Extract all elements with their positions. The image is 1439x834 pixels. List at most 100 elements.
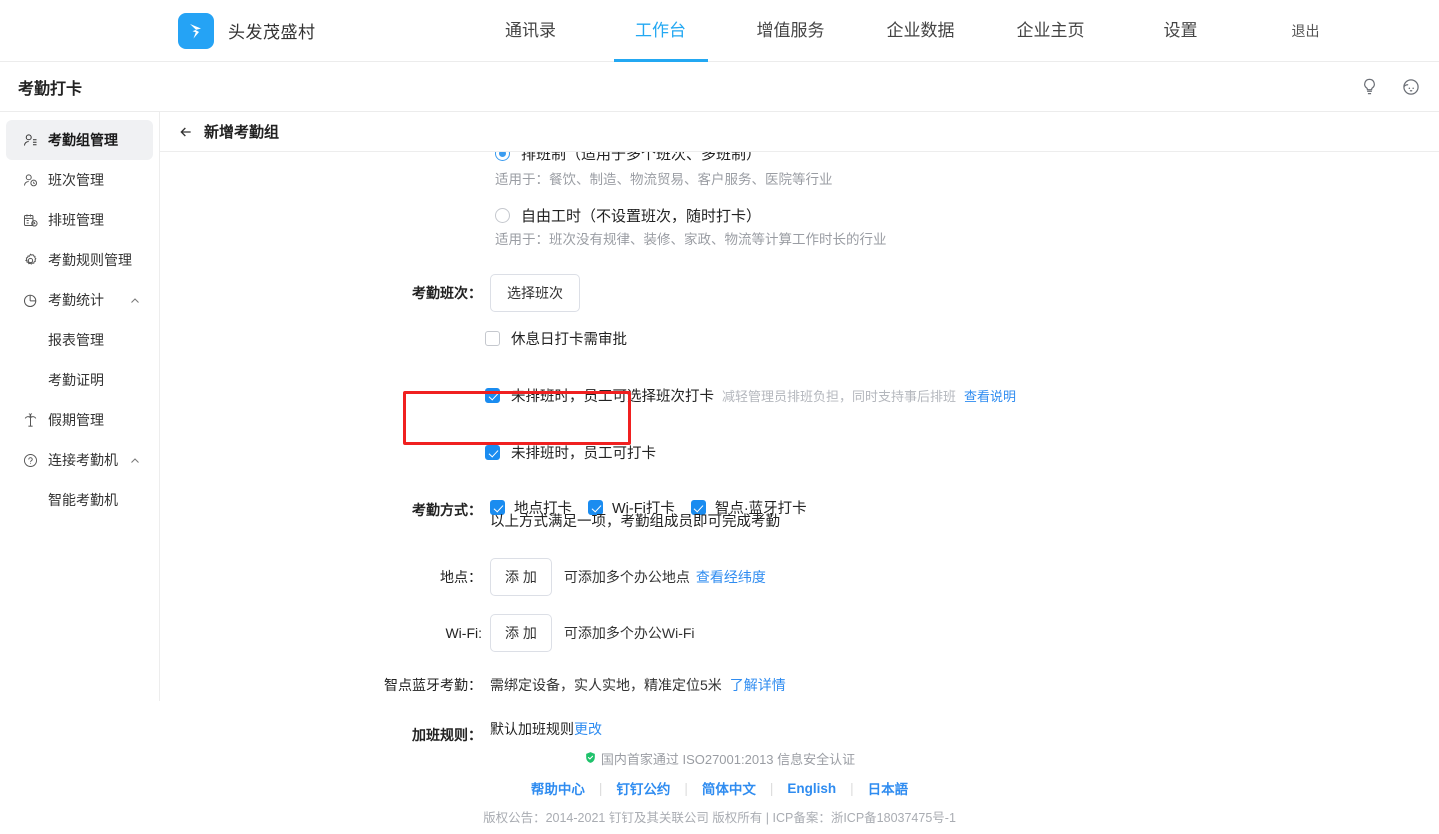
attendance-shift-row: 考勤班次： 选择班次 bbox=[160, 274, 1439, 312]
unscheduled-select-shift-label: 未排班时，员工可选择班次打卡 bbox=[511, 385, 714, 406]
top-navigation-bar: 头发茂盛村 通讯录 工作台 增值服务 企业数据 企业主页 设置 退出 bbox=[0, 0, 1439, 62]
unscheduled-select-shift-checkbox[interactable] bbox=[485, 388, 500, 403]
tab-enterprise-homepage[interactable]: 企业主页 bbox=[986, 0, 1116, 62]
add-wifi-button[interactable]: 添 加 bbox=[490, 614, 552, 652]
gear-icon bbox=[20, 250, 40, 270]
chevron-up-icon[interactable] bbox=[129, 294, 141, 306]
tab-workbench[interactable]: 工作台 bbox=[596, 0, 726, 62]
radio-shift-system[interactable] bbox=[495, 152, 510, 161]
sidebar-item-label: 班次管理 bbox=[48, 170, 104, 190]
brand: 头发茂盛村 bbox=[178, 13, 316, 49]
shield-check-icon bbox=[584, 751, 597, 767]
rest-day-approval-row[interactable]: 休息日打卡需审批 bbox=[485, 328, 1439, 349]
attendance-group-icon bbox=[20, 130, 40, 150]
view-instructions-link[interactable]: 查看说明 bbox=[964, 386, 1016, 405]
radio-flexible-hours[interactable] bbox=[495, 208, 510, 223]
logout-button[interactable]: 退出 bbox=[1246, 0, 1366, 62]
sidebar-item-attendance-group[interactable]: 考勤组管理 bbox=[6, 120, 153, 160]
location-label: 地点： bbox=[160, 567, 482, 587]
attendance-shift-label: 考勤班次： bbox=[160, 283, 482, 303]
schedule-icon bbox=[20, 210, 40, 230]
sidebar: 考勤组管理 班次管理 排班管 bbox=[0, 112, 160, 701]
option-hint: 适用于：餐饮、制造、物流贸易、客户服务、医院等行业 bbox=[495, 168, 1439, 188]
back-arrow-icon[interactable] bbox=[178, 124, 194, 140]
footer-link-english[interactable]: English bbox=[773, 781, 850, 796]
attendance-method-row: 考勤方式： 地点打卡 Wi-Fi打卡 智点·蓝牙打卡 以上方式满足一项，考勤组成… bbox=[160, 497, 1439, 531]
device-icon bbox=[20, 450, 40, 470]
sidebar-subitem-smart-device[interactable]: 智能考勤机 bbox=[0, 480, 159, 520]
unscheduled-punch-checkbox[interactable] bbox=[485, 445, 500, 460]
sidebar-item-label: 连接考勤机 bbox=[48, 450, 118, 470]
footer-link-help-center[interactable]: 帮助中心 bbox=[517, 778, 599, 798]
main-title: 新增考勤组 bbox=[204, 121, 279, 142]
sidebar-subitem-attendance-certificate[interactable]: 考勤证明 bbox=[0, 360, 159, 400]
lightbulb-icon[interactable] bbox=[1360, 77, 1379, 96]
page-body: 考勤组管理 班次管理 排班管 bbox=[0, 112, 1439, 834]
tab-settings[interactable]: 设置 bbox=[1116, 0, 1246, 62]
form-scroll-area[interactable]: 排班制（适用于多个班次、多班制） 适用于：餐饮、制造、物流贸易、客户服务、医院等… bbox=[160, 152, 1439, 834]
bluetooth-label: 智点蓝牙考勤： bbox=[160, 675, 482, 695]
tab-value-added-services[interactable]: 增值服务 bbox=[726, 0, 856, 62]
bluetooth-hint: 需绑定设备，实人实地，精准定位5米 bbox=[490, 675, 722, 695]
dingtalk-logo-icon bbox=[178, 13, 214, 49]
learn-more-link[interactable]: 了解详情 bbox=[730, 675, 786, 695]
sidebar-item-label: 考勤统计 bbox=[48, 290, 104, 310]
wifi-hint: 可添加多个办公Wi-Fi bbox=[564, 623, 695, 643]
shift-icon bbox=[20, 170, 40, 190]
add-location-button[interactable]: 添 加 bbox=[490, 558, 552, 596]
sidebar-item-label: 排班管理 bbox=[48, 210, 104, 230]
footer-link-japanese[interactable]: 日本語 bbox=[854, 778, 923, 798]
main-header: 新增考勤组 bbox=[160, 112, 1439, 152]
sidebar-item-label: 考勤组管理 bbox=[48, 130, 118, 150]
rest-day-approval-label: 休息日打卡需审批 bbox=[511, 328, 627, 349]
attendance-method-label: 考勤方式： bbox=[160, 497, 482, 520]
work-type-option-flexible[interactable]: 自由工时（不设置班次，随时打卡） 适用于：班次没有规律、装修、家政、物流等计算工… bbox=[495, 204, 1439, 248]
footer: 国内首家通过 ISO27001:2013 信息安全认证 帮助中心 | 钉钉公约 … bbox=[0, 749, 1439, 834]
main-content: 新增考勤组 排班制（适用于多个班次、多班制） 适用于：餐饮、制造、物流贸易、客户… bbox=[160, 112, 1439, 834]
view-coordinates-link[interactable]: 查看经纬度 bbox=[696, 567, 766, 587]
chevron-up-icon[interactable] bbox=[129, 454, 141, 466]
sidebar-item-label: 假期管理 bbox=[48, 410, 104, 430]
pie-chart-icon bbox=[20, 290, 40, 310]
palm-tree-icon bbox=[20, 410, 40, 430]
sidebar-item-attendance-rules[interactable]: 考勤规则管理 bbox=[6, 240, 153, 280]
footer-link-simplified-chinese[interactable]: 简体中文 bbox=[688, 778, 770, 798]
overtime-rule-value: 默认加班规则 bbox=[490, 719, 574, 739]
attendance-group-form: 排班制（适用于多个班次、多班制） 适用于：餐饮、制造、物流贸易、客户服务、医院等… bbox=[160, 152, 1439, 745]
footer-copyright: 版权公告：2014-2021 钉钉及其关联公司 版权所有 | ICP备案：浙IC… bbox=[0, 807, 1439, 826]
tab-contacts[interactable]: 通讯录 bbox=[466, 0, 596, 62]
overtime-rule-label: 加班规则： bbox=[160, 719, 482, 745]
unscheduled-punch-row[interactable]: 未排班时，员工可打卡 bbox=[485, 442, 1439, 463]
tab-enterprise-data[interactable]: 企业数据 bbox=[856, 0, 986, 62]
footer-links: 帮助中心 | 钉钉公约 | 简体中文 | English | 日本語 bbox=[0, 778, 1439, 798]
unscheduled-select-shift-row[interactable]: 未排班时，员工可选择班次打卡 减轻管理员排班负担，同时支持事后排班 查看说明 bbox=[485, 385, 1439, 406]
location-hint: 可添加多个办公地点 bbox=[564, 567, 690, 587]
footer-link-dingtalk-convention[interactable]: 钉钉公约 bbox=[602, 778, 684, 798]
sidebar-item-attendance-statistics[interactable]: 考勤统计 bbox=[6, 280, 153, 320]
wifi-row: Wi-Fi: 添 加 可添加多个办公Wi-Fi bbox=[160, 614, 1439, 652]
clipped-option-row: 排班制（适用于多个班次、多班制） bbox=[495, 152, 1439, 166]
certification-notice: 国内首家通过 ISO27001:2013 信息安全认证 bbox=[0, 749, 1439, 768]
change-overtime-rule-link[interactable]: 更改 bbox=[574, 719, 602, 739]
unscheduled-punch-label: 未排班时，员工可打卡 bbox=[511, 442, 656, 463]
sidebar-item-schedule[interactable]: 排班管理 bbox=[6, 200, 153, 240]
sidebar-item-label: 考勤规则管理 bbox=[48, 250, 132, 270]
customer-service-icon[interactable] bbox=[1401, 77, 1421, 97]
option-label: 自由工时（不设置班次，随时打卡） bbox=[521, 205, 761, 226]
sidebar-subitem-report-management[interactable]: 报表管理 bbox=[0, 320, 159, 360]
nav-tabs: 通讯录 工作台 增值服务 企业数据 企业主页 设置 退出 bbox=[466, 0, 1366, 62]
unscheduled-select-shift-hint: 减轻管理员排班负担，同时支持事后排班 bbox=[722, 386, 956, 405]
option-hint: 适用于：班次没有规律、装修、家政、物流等计算工作时长的行业 bbox=[495, 228, 1439, 248]
rest-day-approval-checkbox[interactable] bbox=[485, 331, 500, 346]
attendance-method-hint: 以上方式满足一项，考勤组成员即可完成考勤 bbox=[490, 510, 780, 531]
sidebar-item-connect-device[interactable]: 连接考勤机 bbox=[6, 440, 153, 480]
certification-text: 国内首家通过 ISO27001:2013 信息安全认证 bbox=[601, 749, 855, 768]
work-type-option-shift-system[interactable]: 排班制（适用于多个班次、多班制） 适用于：餐饮、制造、物流贸易、客户服务、医院等… bbox=[495, 152, 1439, 188]
location-row: 地点： 添 加 可添加多个办公地点 查看经纬度 bbox=[160, 558, 1439, 596]
sidebar-item-leave-management[interactable]: 假期管理 bbox=[6, 400, 153, 440]
sidebar-item-shift[interactable]: 班次管理 bbox=[6, 160, 153, 200]
select-shift-button[interactable]: 选择班次 bbox=[490, 274, 580, 312]
brand-name: 头发茂盛村 bbox=[228, 18, 316, 43]
page-header-actions bbox=[1360, 77, 1421, 97]
wifi-label: Wi-Fi: bbox=[160, 625, 482, 641]
